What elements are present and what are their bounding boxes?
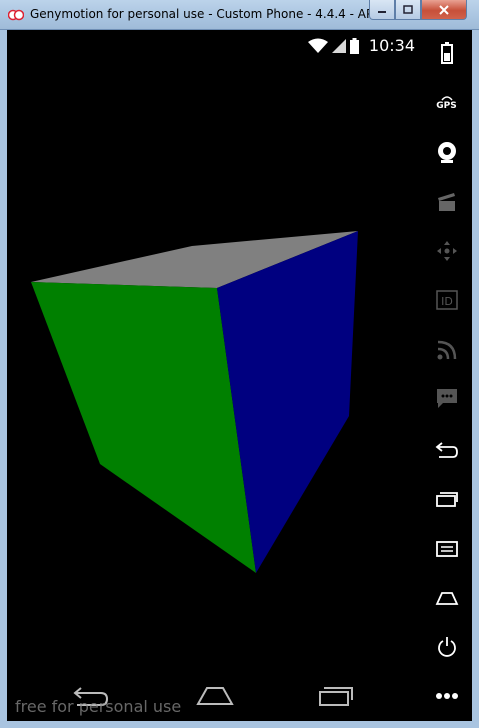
- tool-menu[interactable]: [421, 529, 472, 569]
- recents-icon: [319, 687, 353, 706]
- close-button[interactable]: [421, 0, 467, 20]
- tool-more[interactable]: [421, 676, 472, 716]
- maximize-icon: [403, 5, 413, 14]
- window-titlebar[interactable]: Genymotion for personal use - Custom Pho…: [0, 0, 479, 30]
- window-frame-right: [472, 30, 479, 728]
- gps-icon: GPS: [436, 93, 457, 111]
- webcam-icon: [437, 142, 456, 163]
- tool-dpad[interactable]: [421, 231, 472, 271]
- cast-icon: [437, 340, 456, 360]
- tool-battery[interactable]: [421, 33, 472, 73]
- tool-back[interactable]: [421, 430, 472, 470]
- nav-recents-button[interactable]: [313, 681, 357, 711]
- power-icon: [437, 637, 456, 657]
- window-frame-left: [0, 30, 7, 728]
- home-icon: [435, 592, 458, 605]
- tool-camera[interactable]: [421, 132, 472, 172]
- minimize-button[interactable]: [369, 0, 395, 20]
- back-icon: [435, 442, 458, 458]
- home-icon: [196, 687, 234, 705]
- recents-icon: [435, 492, 458, 507]
- tool-sms[interactable]: [421, 378, 472, 418]
- tool-recents[interactable]: [421, 479, 472, 519]
- tool-device-id[interactable]: ID: [421, 280, 472, 320]
- id-icon: ID: [435, 290, 458, 310]
- minimize-icon: [378, 10, 386, 13]
- genymotion-toolbar: GPS ID: [421, 30, 472, 721]
- device-screen[interactable]: 10:34 free for personal use: [7, 30, 421, 721]
- dpad-icon: [436, 241, 457, 261]
- clapper-icon: [437, 193, 455, 211]
- gps-label: GPS: [436, 101, 457, 111]
- window-frame-bottom: [0, 721, 479, 728]
- svg-text:ID: ID: [441, 295, 453, 308]
- tool-power[interactable]: [421, 627, 472, 667]
- battery-icon: [440, 42, 453, 64]
- watermark-text: free for personal use: [15, 697, 182, 716]
- more-icon: [435, 693, 458, 699]
- tool-home[interactable]: [421, 578, 472, 618]
- tool-capture[interactable]: [421, 182, 472, 222]
- tool-gps[interactable]: GPS: [421, 82, 472, 122]
- sms-icon: [436, 389, 457, 408]
- genymotion-logo-icon: [8, 9, 24, 21]
- rendered-cube: [31, 231, 358, 573]
- close-icon: [439, 4, 449, 15]
- menu-icon: [435, 541, 458, 557]
- tool-cast[interactable]: [421, 330, 472, 370]
- gps-signal-icon: [440, 96, 453, 101]
- maximize-button[interactable]: [395, 0, 421, 20]
- window-title: Genymotion for personal use - Custom Pho…: [30, 7, 412, 21]
- nav-home-button[interactable]: [193, 681, 237, 711]
